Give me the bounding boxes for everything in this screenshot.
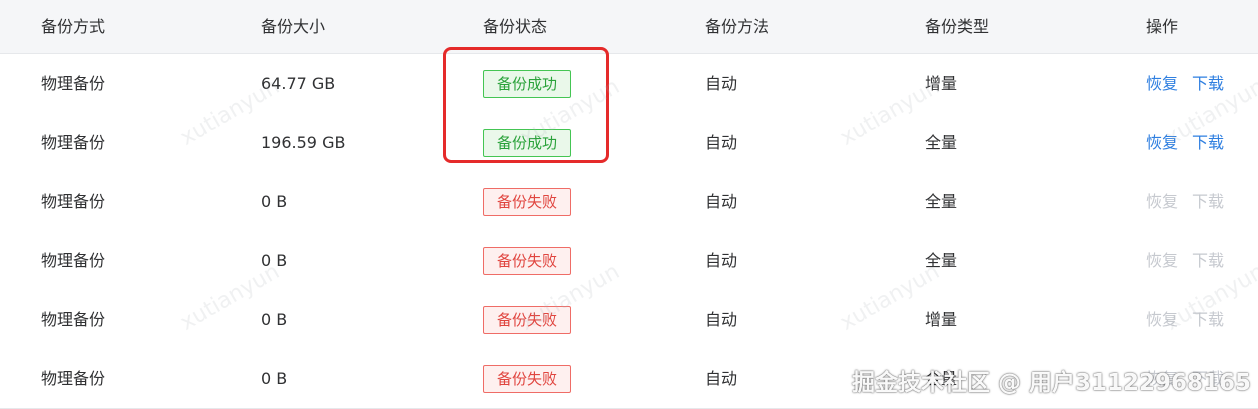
backup-type-cell: 增量: [925, 310, 958, 329]
backup-method-cell: 自动: [705, 192, 738, 211]
backup-size-cell: 0 B: [261, 369, 288, 388]
download-link[interactable]: 下载: [1192, 54, 1224, 113]
backup-mode-cell: 物理备份: [41, 251, 106, 270]
backup-method-cell: 自动: [705, 369, 738, 388]
backup-type-cell: 增量: [925, 74, 958, 93]
table-row: 物理备份 196.59 GB 备份成功 自动 全量 恢复 下载: [0, 113, 1258, 173]
backup-method-cell: 自动: [705, 74, 738, 93]
backup-method-cell: 自动: [705, 251, 738, 270]
backup-method-cell: 自动: [705, 310, 738, 329]
backup-table: 备份方式 备份大小 备份状态 备份方法 备份类型 操作 物理备份 64.77 GB…: [0, 0, 1258, 409]
backup-size-cell: 0 B: [261, 310, 288, 329]
download-link: 下载: [1192, 192, 1225, 211]
backup-type-cell: 全量: [925, 369, 958, 388]
backup-type-cell: 全量: [925, 251, 958, 270]
backup-mode-cell: 物理备份: [41, 133, 106, 152]
status-badge: 备份成功: [483, 70, 572, 98]
download-link: 下载: [1192, 310, 1225, 329]
table-row: 物理备份 64.77 GB 备份成功 自动 增量 恢复 下载: [0, 54, 1258, 114]
backup-size-cell: 0 B: [261, 192, 288, 211]
restore-link: 恢复: [1146, 369, 1179, 388]
status-badge: 备份成功: [483, 129, 572, 157]
column-header-actions: 操作: [1146, 17, 1179, 36]
backup-size-cell: 196.59 GB: [261, 133, 346, 152]
table-row: 物理备份 0 B 备份失败 自动 增量 恢复 下载: [0, 290, 1258, 350]
column-header-backup-method: 备份方法: [705, 17, 770, 36]
column-header-backup-size: 备份大小: [261, 17, 326, 36]
status-badge: 备份失败: [483, 365, 572, 393]
restore-link: 恢复: [1146, 310, 1179, 329]
table-row: 物理备份 0 B 备份失败 自动 全量 恢复 下载: [0, 172, 1258, 232]
column-header-backup-type: 备份类型: [925, 17, 990, 36]
restore-link: 恢复: [1146, 192, 1179, 211]
download-link: 下载: [1192, 369, 1225, 388]
download-link: 下载: [1192, 251, 1225, 270]
restore-link: 恢复: [1146, 251, 1179, 270]
backup-mode-cell: 物理备份: [41, 369, 106, 388]
download-link[interactable]: 下载: [1192, 113, 1224, 172]
table-header: 备份方式 备份大小 备份状态 备份方法 备份类型 操作: [0, 0, 1258, 54]
backup-size-cell: 0 B: [261, 251, 288, 270]
column-header-backup-mode: 备份方式: [41, 17, 106, 36]
backup-size-cell: 64.77 GB: [261, 74, 336, 93]
restore-link[interactable]: 恢复: [1146, 113, 1178, 172]
status-badge: 备份失败: [483, 306, 572, 334]
column-header-backup-status: 备份状态: [483, 17, 548, 36]
status-badge: 备份失败: [483, 247, 572, 275]
restore-link[interactable]: 恢复: [1146, 54, 1178, 113]
backup-type-cell: 全量: [925, 192, 958, 211]
table-row: 物理备份 0 B 备份失败 自动 全量 恢复 下载: [0, 349, 1258, 409]
backup-mode-cell: 物理备份: [41, 192, 106, 211]
table-row: 物理备份 0 B 备份失败 自动 全量 恢复 下载: [0, 231, 1258, 291]
backup-mode-cell: 物理备份: [41, 310, 106, 329]
backup-method-cell: 自动: [705, 133, 738, 152]
backup-mode-cell: 物理备份: [41, 74, 106, 93]
backup-type-cell: 全量: [925, 133, 958, 152]
status-badge: 备份失败: [483, 188, 572, 216]
